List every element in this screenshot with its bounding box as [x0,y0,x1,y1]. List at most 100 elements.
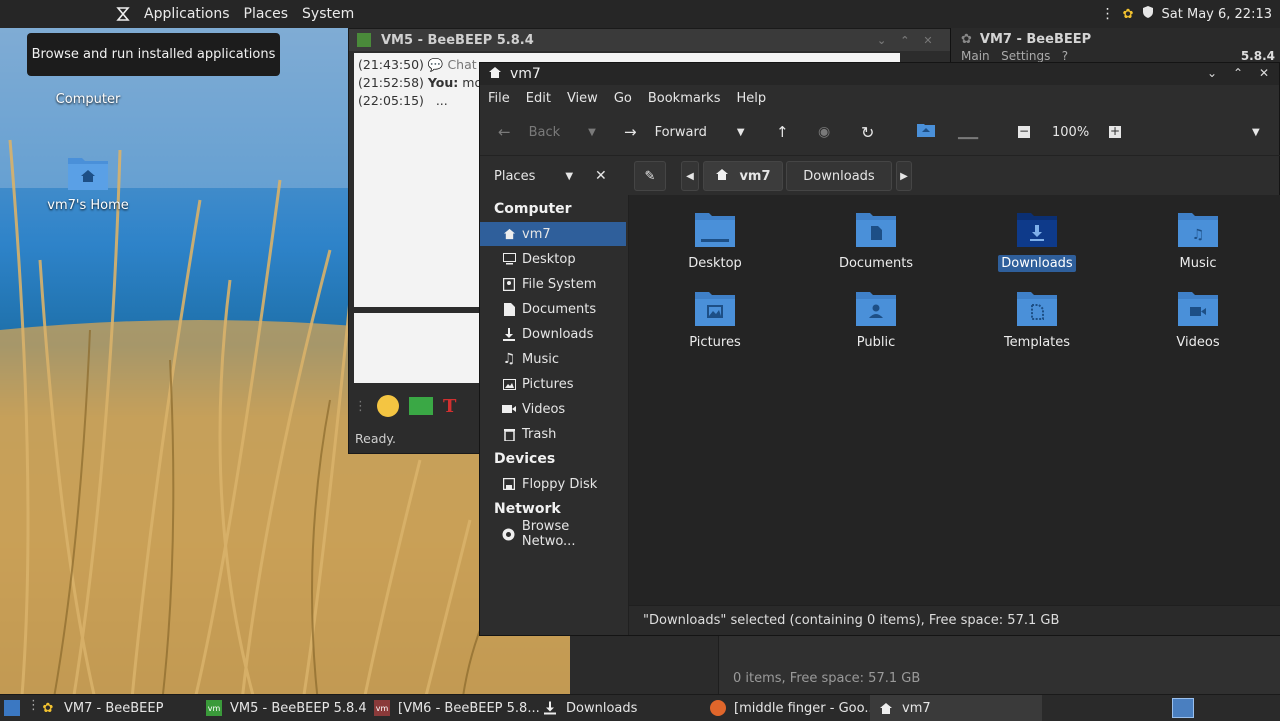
desktop-icon-home[interactable]: vm7's Home [33,152,143,213]
chevron-down-icon: ▼ [588,126,596,138]
applications-menu-icon[interactable] [116,6,130,22]
desktop-icon-computer[interactable]: Computer [33,60,143,107]
sidebar-item-vm7[interactable]: vm7 [480,222,626,246]
chat-toolbar: ⋮ T [354,391,456,421]
menu-file[interactable]: File [488,91,510,106]
reload-button[interactable]: ↻ [861,111,874,153]
file-manager-window[interactable]: vm7 ⌄ ⌃ ✕ File Edit View Go Bookmarks He… [479,62,1280,636]
network-icon [502,527,516,541]
background-status: 0 items, Free space: 57.1 GB [733,671,921,686]
folder-desktop[interactable]: Desktop [650,209,780,272]
chevron-down-icon: ▼ [565,170,574,182]
minimize-button[interactable]: ⌄ [1204,66,1220,82]
task-label: VM5 - BeeBEEP 5.8.4 [230,700,367,716]
tray-handle-icon[interactable]: ⋮ [1101,6,1115,22]
menu-help[interactable]: ? [1062,49,1068,63]
home-button[interactable] [916,111,936,153]
menu-view[interactable]: View [567,91,598,106]
svg-text:♫: ♫ [1192,227,1205,243]
folder-public[interactable]: Public [811,288,941,351]
breadcrumb-downloads[interactable]: Downloads [786,161,892,191]
menu-main[interactable]: Main [961,49,990,63]
toolbar-overflow-button[interactable]: ▼ [1252,111,1260,153]
task-label: vm7 [902,700,931,716]
sidebar-item-file-system[interactable]: File System [480,272,626,296]
task-downloads[interactable]: Downloads [542,695,637,721]
window-titlebar[interactable]: vm7 ⌄ ⌃ ✕ [480,63,1279,85]
computer-icon [66,60,110,86]
shield-icon[interactable] [1142,5,1154,23]
clock[interactable]: Sat May 6, 22:13 [1162,7,1272,22]
folder-label: Downloads [998,255,1076,272]
sidebar-item-floppy-disk[interactable]: Floppy Disk [480,472,626,496]
menu-edit[interactable]: Edit [526,91,551,106]
folder-documents[interactable]: Documents [811,209,941,272]
window-controls[interactable]: ⌄⌃✕ [877,34,947,47]
menu-applications[interactable]: Applications [144,6,230,22]
sidebar-item-browse-network[interactable]: Browse Netwo... [480,519,626,549]
folder-music[interactable]: ♫ Music [1133,209,1263,272]
close-button[interactable]: ✕ [1256,66,1272,82]
folder-templates[interactable]: Templates [972,288,1102,351]
forward-button[interactable]: → Forward ▼ [624,111,745,153]
task-vm6-beebeep[interactable]: vm [VM6 - BeeBEEP 5.8... [374,695,540,721]
show-desktop-button[interactable] [4,700,20,716]
sidebar-item-desktop[interactable]: Desktop [480,247,626,271]
up-button[interactable]: ↑ [776,111,789,153]
breadcrumb-vm7[interactable]: vm7 [703,161,783,191]
breadcrumb-scroll-right[interactable]: ▶ [896,161,912,191]
minus-icon: − [1018,124,1030,138]
font-icon[interactable]: T [443,396,456,417]
stop-button[interactable]: ◉ [818,111,830,153]
sidebar-selector[interactable]: Places ▼ ✕ [480,156,626,196]
back-label: Back [528,124,561,140]
emoticon-icon[interactable] [377,395,399,417]
system-tray: ⋮ ✿ Sat May 6, 22:13 [1101,0,1272,28]
sidebar-item-label: File System [522,276,597,292]
task-vm5-beebeep[interactable]: vm VM5 - BeeBEEP 5.8.4 [206,695,367,721]
zoom-in-button[interactable]: + [1109,111,1121,153]
home-icon [488,66,502,83]
window-titlebar[interactable]: ✿ VM7 - BeeBEEP [951,28,1280,50]
folder-videos[interactable]: Videos [1133,288,1263,351]
maximize-button[interactable]: ⌃ [1230,66,1246,82]
menu-help[interactable]: Help [736,91,766,106]
task-label: Downloads [566,700,638,716]
menu-go[interactable]: Go [614,91,632,106]
back-button[interactable]: ← Back ▼ [498,111,596,153]
sidebar-item-downloads[interactable]: Downloads [480,322,626,346]
folder-icon [695,213,735,247]
folder-label: Music [1179,256,1217,271]
folder-pictures[interactable]: Pictures [650,288,780,351]
sidebar-item-trash[interactable]: Trash [480,422,626,446]
home-icon [502,227,516,241]
task-firefox[interactable]: [middle finger - Goo... [710,695,877,721]
task-vm7[interactable]: vm7 [870,695,1042,721]
menu-settings[interactable]: Settings [1001,49,1050,63]
sidebar-item-videos[interactable]: Videos [480,397,626,421]
menu-system[interactable]: System [302,6,354,22]
workspace-switcher[interactable] [1172,698,1194,718]
folder-label: Public [856,335,896,350]
send-email-icon[interactable] [409,397,433,415]
sidebar-item-label: Trash [522,426,557,442]
menu-bookmarks[interactable]: Bookmarks [648,91,721,106]
sidebar-item-music[interactable]: ♫ Music [480,347,626,371]
forward-label: Forward [654,124,707,140]
edit-location-button[interactable]: ✎ [634,161,666,191]
sidebar-item-documents[interactable]: Documents [480,297,626,321]
task-vm7-beebeep[interactable]: ✿ VM7 - BeeBEEP [40,695,164,721]
beebeep-tray-icon[interactable]: ✿ [1123,7,1134,22]
computer-button[interactable]: ▁▁ [958,111,978,153]
desktop-icon-label: vm7's Home [47,198,129,213]
zoom-out-button[interactable]: − [1018,111,1030,153]
window-titlebar[interactable]: VM5 - BeeBEEP 5.8.4 ⌄⌃✕ [349,29,951,51]
folder-downloads[interactable]: Downloads [972,209,1102,272]
sidebar-item-pictures[interactable]: Pictures [480,372,626,396]
breadcrumb-scroll-left[interactable]: ◀ [681,161,699,191]
close-sidebar-icon[interactable]: ✕ [595,168,607,184]
download-icon [542,700,558,716]
file-view[interactable]: Desktop Documents Downloads ♫ Music Pict… [629,195,1280,605]
breadcrumb-label: Downloads [803,168,875,184]
menu-places[interactable]: Places [244,6,289,22]
